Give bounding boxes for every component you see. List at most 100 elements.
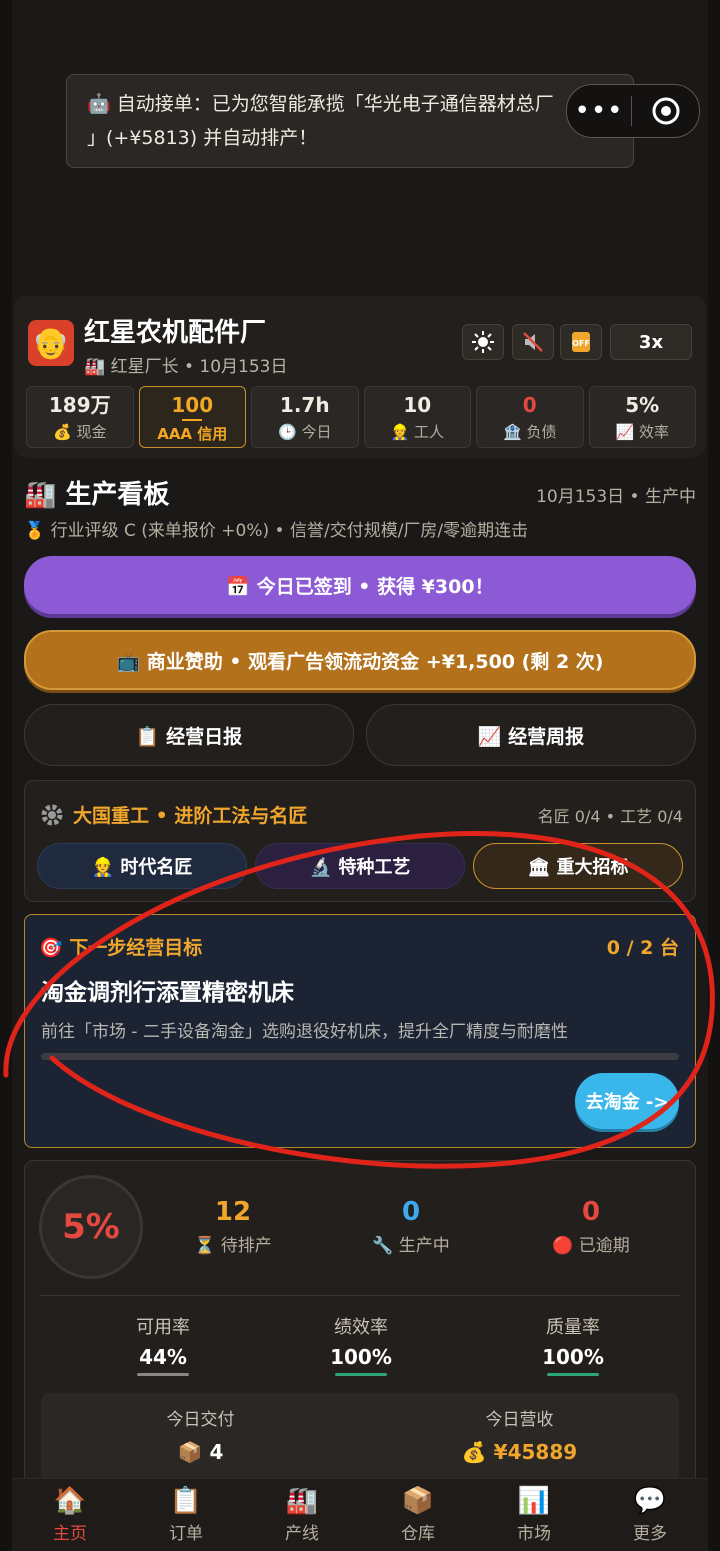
goal-count: 0 / 2 台	[606, 937, 679, 959]
goal-description: 前往「市场 - 二手设备淘金」选购退役好机床，提升全厂精度与耐磨性	[41, 1022, 568, 1042]
credit-label: AAA 信用	[157, 425, 228, 443]
next-goal-card: 🎯 下一步经营目标 0 / 2 台 淘金调剂行添置精密机床 前往「市场 - 二手…	[24, 914, 696, 1148]
factory-stats-bar: 189万 💰 现金 100 AAA 信用 1.7h 🕒 今日 10 👷 工人 0 🏦 负…	[26, 386, 696, 448]
in-production-value: 0	[401, 1197, 421, 1227]
bottom-nav: 🏠 主页 📋 订单 🏭 产线 📦 仓库 📊 市场 💬 更多	[12, 1478, 708, 1551]
board-title: 🏭 生产看板	[24, 480, 170, 510]
hours-label: 🕒 今日	[278, 423, 332, 441]
weekly-report-button[interactable]: 📈 经营周报	[366, 704, 696, 766]
mute-icon	[523, 332, 543, 352]
today-hours-stat: 1.7h 🕒 今日	[251, 386, 359, 448]
factory-icon: 🏭	[285, 1486, 319, 1516]
today-revenue: 今日营收 💰 ¥45889	[360, 1405, 679, 1464]
workers-value: 10	[403, 393, 432, 417]
industry-rank: 🏅 行业评级 C (来单报价 +0%) • 信誉/交付规模/厂房/零逾期连击	[24, 521, 529, 541]
power-saving-button[interactable]: OFF	[560, 324, 602, 360]
efficiency-value: 5%	[625, 393, 660, 417]
theme-toggle-button[interactable]	[462, 324, 504, 360]
target-icon	[652, 97, 679, 125]
heavy-industry-meta: 名匠 0/4 • 工艺 0/4	[537, 807, 683, 826]
heavy-industry-title: 大国重工 • 进阶工法与名匠	[39, 801, 307, 828]
clipboard-icon: 📋	[169, 1486, 203, 1516]
pending-stat: 12 ⏳ 待排产	[163, 1197, 303, 1256]
close-target-button[interactable]	[632, 96, 699, 126]
cash-stat: 189万 💰 现金	[26, 386, 134, 448]
nav-market-label: 市场	[517, 1524, 551, 1544]
factory-subtitle: 🏭 红星厂长 • 10月153日	[84, 357, 288, 377]
debt-value: 0	[522, 393, 537, 417]
mute-button[interactable]	[512, 324, 554, 360]
workers-label: 👷 工人	[390, 423, 444, 441]
revenue-label: 今日营收	[485, 1410, 554, 1430]
toast-line-1: 🤖 自动接单：已为您智能承揽「华光电子通信器材总厂	[87, 93, 554, 115]
performance-value: 100%	[330, 1345, 392, 1369]
availability-label: 可用率	[136, 1317, 190, 1338]
auto-order-toast: 🤖 自动接单：已为您智能承揽「华光电子通信器材总厂 」(+¥5813) 并自动排…	[66, 74, 634, 168]
go-treasure-button[interactable]: 去淘金 ->	[575, 1073, 679, 1129]
pending-value: 12	[214, 1197, 252, 1227]
goal-progress-bar	[41, 1053, 679, 1060]
package-icon: 📦	[401, 1486, 435, 1516]
nav-more[interactable]: 💬 更多	[592, 1479, 708, 1551]
cash-label: 💰 现金	[53, 423, 107, 441]
efficiency-stat: 5% 📈 效率	[588, 386, 696, 448]
overdue-value: 0	[581, 1197, 601, 1227]
in-production-stat: 0 🔧 生产中	[341, 1197, 481, 1256]
quality-underline	[547, 1373, 599, 1376]
efficiency-label: 📈 效率	[615, 423, 669, 441]
board-meta: 10月153日 • 生产中	[536, 487, 696, 507]
svg-text:OFF: OFF	[572, 339, 590, 348]
credit-stat[interactable]: 100 AAA 信用	[138, 386, 246, 448]
divider	[39, 1295, 681, 1296]
nav-more-label: 更多	[633, 1524, 667, 1544]
tab-master-craftsmen[interactable]: 👷 时代名匠	[37, 843, 247, 889]
daily-signin-button[interactable]: 📅 今日已签到 • 获得 ¥300！	[24, 556, 696, 614]
home-icon: 🏠	[53, 1486, 87, 1516]
nav-market[interactable]: 📊 市场	[476, 1479, 592, 1551]
nav-warehouse-label: 仓库	[401, 1524, 435, 1544]
credit-underline	[182, 419, 203, 421]
availability-metric: 可用率 44%	[83, 1313, 243, 1376]
off-icon: OFF	[572, 332, 590, 352]
nav-orders-label: 订单	[169, 1524, 203, 1544]
today-delivery: 今日交付 📦 4	[41, 1405, 360, 1464]
delivery-value: 📦 4	[177, 1440, 224, 1464]
delivery-label: 今日交付	[166, 1410, 235, 1430]
sponsor-ad-button[interactable]: 📺 商业赞助 • 观看广告领流动资金 +¥1,500 (剩 2 次)	[24, 630, 696, 690]
sun-icon	[472, 331, 494, 353]
nav-orders[interactable]: 📋 订单	[128, 1479, 244, 1551]
nav-home[interactable]: 🏠 主页	[12, 1479, 128, 1551]
nav-home-label: 主页	[53, 1524, 87, 1544]
chart-icon: 📊	[517, 1486, 551, 1516]
workers-stat: 10 👷 工人	[363, 386, 471, 448]
goal-title: 🎯 下一步经营目标	[39, 937, 203, 959]
factory-name: 红星农机配件厂	[84, 318, 267, 348]
debt-stat: 0 🏦 负债	[476, 386, 584, 448]
nav-warehouse[interactable]: 📦 仓库	[360, 1479, 476, 1551]
cash-value: 189万	[48, 393, 111, 417]
debt-label: 🏦 负债	[503, 423, 557, 441]
more-menu-button[interactable]: •••	[567, 85, 631, 137]
gear-icon	[41, 804, 63, 825]
hours-value: 1.7h	[279, 393, 330, 417]
pending-label: ⏳ 待排产	[194, 1236, 272, 1256]
in-production-label: 🔧 生产中	[372, 1236, 450, 1256]
efficiency-ring: 5%	[39, 1175, 143, 1279]
tab-major-tender[interactable]: 🏛 重大招标	[473, 843, 683, 889]
nav-line-label: 产线	[285, 1524, 319, 1544]
miniprogram-capsule: •••	[566, 84, 700, 138]
overdue-label: 🔴 已逾期	[552, 1236, 630, 1256]
today-summary: 今日交付 📦 4 今日营收 💰 ¥45889	[41, 1393, 679, 1481]
availability-value: 44%	[139, 1345, 187, 1369]
revenue-value: 💰 ¥45889	[461, 1440, 578, 1464]
credit-value: 100	[171, 393, 214, 417]
speed-button[interactable]: 3x	[610, 324, 692, 360]
tab-special-process[interactable]: 🔬 特种工艺	[255, 843, 465, 889]
toast-line-2: 」(+¥5813) 并自动排产！	[87, 127, 318, 149]
daily-report-button[interactable]: 📋 经营日报	[24, 704, 354, 766]
goal-headline: 淘金调剂行添置精密机床	[41, 980, 294, 1006]
nav-production-line[interactable]: 🏭 产线	[244, 1479, 360, 1551]
quality-metric: 质量率 100%	[493, 1313, 653, 1376]
factory-logo: 👴	[28, 320, 74, 366]
factory-header: 👴 红星农机配件厂 🏭 红星厂长 • 10月153日 OFF 3x 189万 💰 …	[14, 296, 706, 458]
